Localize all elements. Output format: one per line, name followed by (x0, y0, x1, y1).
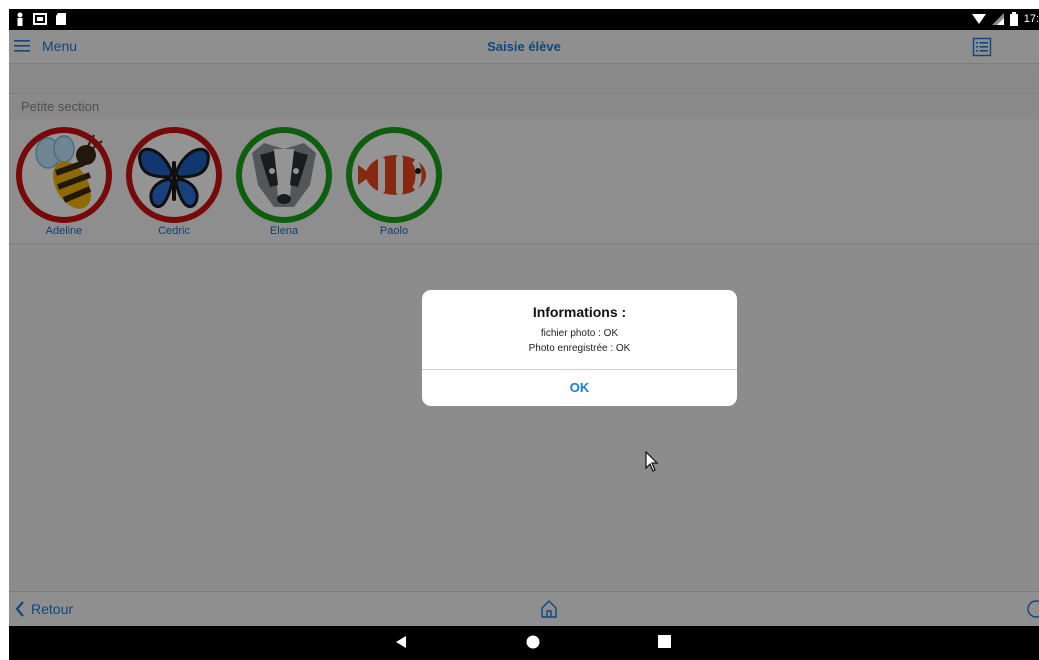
gallery-icon (33, 13, 47, 25)
android-nav-bar (9, 626, 1039, 660)
app-screen: Menu Saisie élève Petite section Adeline… (9, 30, 1039, 626)
info-dialog: Informations : fichier photo : OK Photo … (422, 290, 737, 406)
signal-icon (991, 13, 1004, 25)
dialog-line-photo-file: fichier photo : OK (540, 328, 619, 339)
dialog-line-photo-saved: Photo enregistrée : OK (528, 343, 631, 354)
device-frame: 17: Menu Saisie élève Petite section Ade… (9, 9, 1039, 660)
person-notification-icon (17, 12, 23, 26)
dialog-title: Informations : (532, 304, 627, 320)
nav-back-icon[interactable] (395, 635, 407, 649)
sd-card-icon (56, 13, 66, 25)
wifi-icon (971, 14, 986, 24)
mouse-cursor-icon (645, 451, 659, 472)
nav-home-icon[interactable] (526, 635, 540, 649)
dialog-ok-button[interactable]: OK (422, 370, 737, 406)
status-time: 17: (1023, 13, 1039, 25)
nav-recents-icon[interactable] (658, 635, 671, 648)
status-bar: 17: (9, 9, 1039, 30)
battery-icon (1009, 12, 1018, 26)
